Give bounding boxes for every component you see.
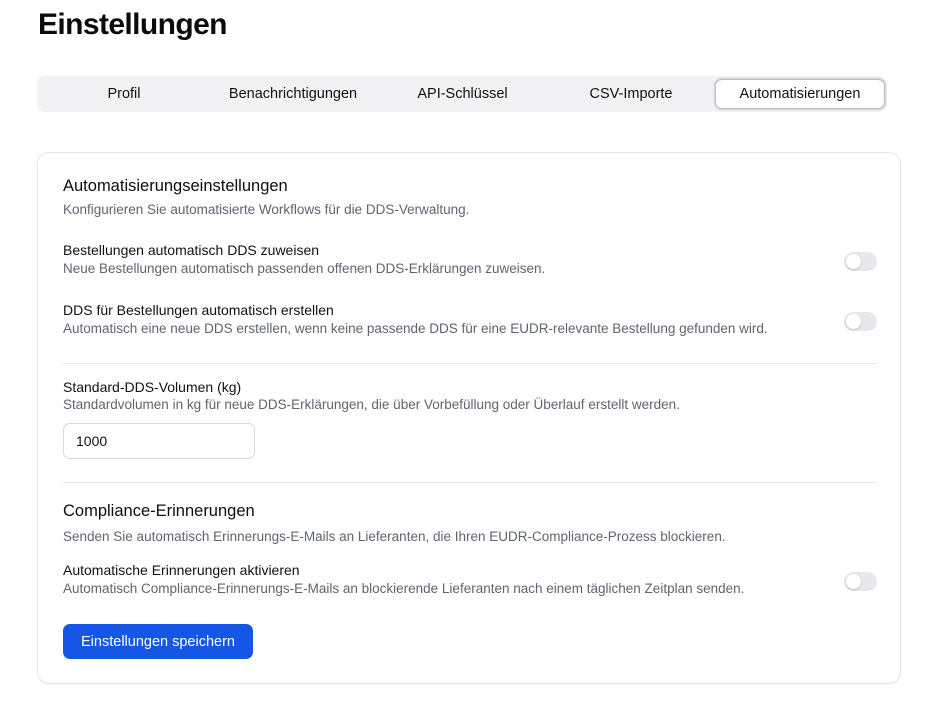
settings-tabs: Profil Benachrichtigungen API-Schlüssel … xyxy=(37,76,887,112)
compliance-section-title: Compliance-Erinnerungen xyxy=(63,502,255,520)
toggle-knob xyxy=(846,254,861,269)
auto-reminders-toggle[interactable] xyxy=(844,572,877,591)
default-volume-input[interactable] xyxy=(63,423,255,459)
auto-assign-toggle[interactable] xyxy=(844,252,877,271)
toggle-knob xyxy=(846,574,861,589)
toggle-knob xyxy=(846,314,861,329)
tab-csv-importe[interactable]: CSV-Importe xyxy=(547,79,715,109)
auto-assign-title: Bestellungen automatisch DDS zuweisen xyxy=(63,242,320,258)
auto-assign-description: Neue Bestellungen automatisch passenden … xyxy=(63,261,546,276)
tab-profil[interactable]: Profil xyxy=(40,79,208,109)
tab-benachrichtigungen[interactable]: Benachrichtigungen xyxy=(208,79,378,109)
compliance-section-description: Senden Sie automatisch Erinnerungs-E-Mai… xyxy=(63,529,726,544)
auto-create-description: Automatisch eine neue DDS erstellen, wen… xyxy=(63,321,768,336)
auto-reminders-description: Automatisch Compliance-Erinnerungs-E-Mai… xyxy=(63,581,745,596)
default-volume-description: Standardvolumen in kg für neue DDS-Erklä… xyxy=(63,397,680,412)
automation-settings-card: Automatisierungseinstellungen Konfigurie… xyxy=(37,152,901,684)
automation-section-description: Konfigurieren Sie automatisierte Workflo… xyxy=(63,202,470,217)
auto-create-toggle[interactable] xyxy=(844,312,877,331)
page-title: Einstellungen xyxy=(38,8,227,41)
automation-section-title: Automatisierungseinstellungen xyxy=(63,177,288,195)
section-divider xyxy=(63,363,876,364)
section-divider xyxy=(63,482,876,483)
tab-automatisierungen[interactable]: Automatisierungen xyxy=(715,79,885,109)
auto-reminders-title: Automatische Erinnerungen aktivieren xyxy=(63,562,300,578)
save-settings-button[interactable]: Einstellungen speichern xyxy=(63,624,253,659)
default-volume-label: Standard-DDS-Volumen (kg) xyxy=(63,379,242,395)
tab-api-schluessel[interactable]: API-Schlüssel xyxy=(378,79,547,109)
auto-create-title: DDS für Bestellungen automatisch erstell… xyxy=(63,302,334,318)
